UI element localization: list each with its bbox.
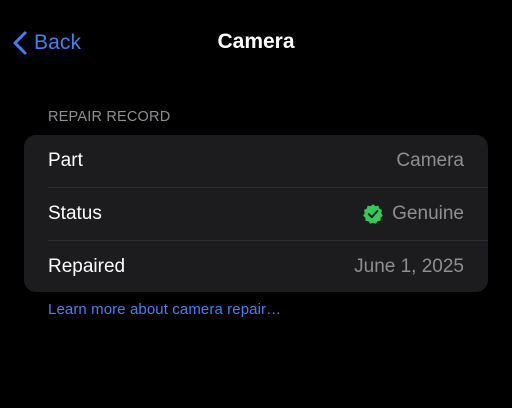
section-header: REPAIR RECORD <box>48 109 171 125</box>
row-value-status: Genuine <box>392 203 464 224</box>
row-value-repaired: June 1, 2025 <box>354 256 464 277</box>
repair-record-group: Part Camera Status Genuine Repaired June… <box>24 135 488 292</box>
row-label-status: Status <box>48 203 102 224</box>
verified-checkmark-badge-icon <box>362 203 384 225</box>
row-repaired: Repaired June 1, 2025 <box>24 241 488 292</box>
row-part: Part Camera <box>24 135 488 187</box>
page-title: Camera <box>217 30 295 53</box>
row-value-status-container: Genuine <box>362 188 464 240</box>
learn-more-link[interactable]: Learn more about camera repair… <box>48 301 281 318</box>
row-value-part: Camera <box>396 150 464 171</box>
row-status: Status Genuine <box>24 188 488 240</box>
navigation-bar: Back Camera <box>0 0 512 86</box>
row-label-repaired: Repaired <box>48 256 126 277</box>
row-label-part: Part <box>48 150 83 171</box>
